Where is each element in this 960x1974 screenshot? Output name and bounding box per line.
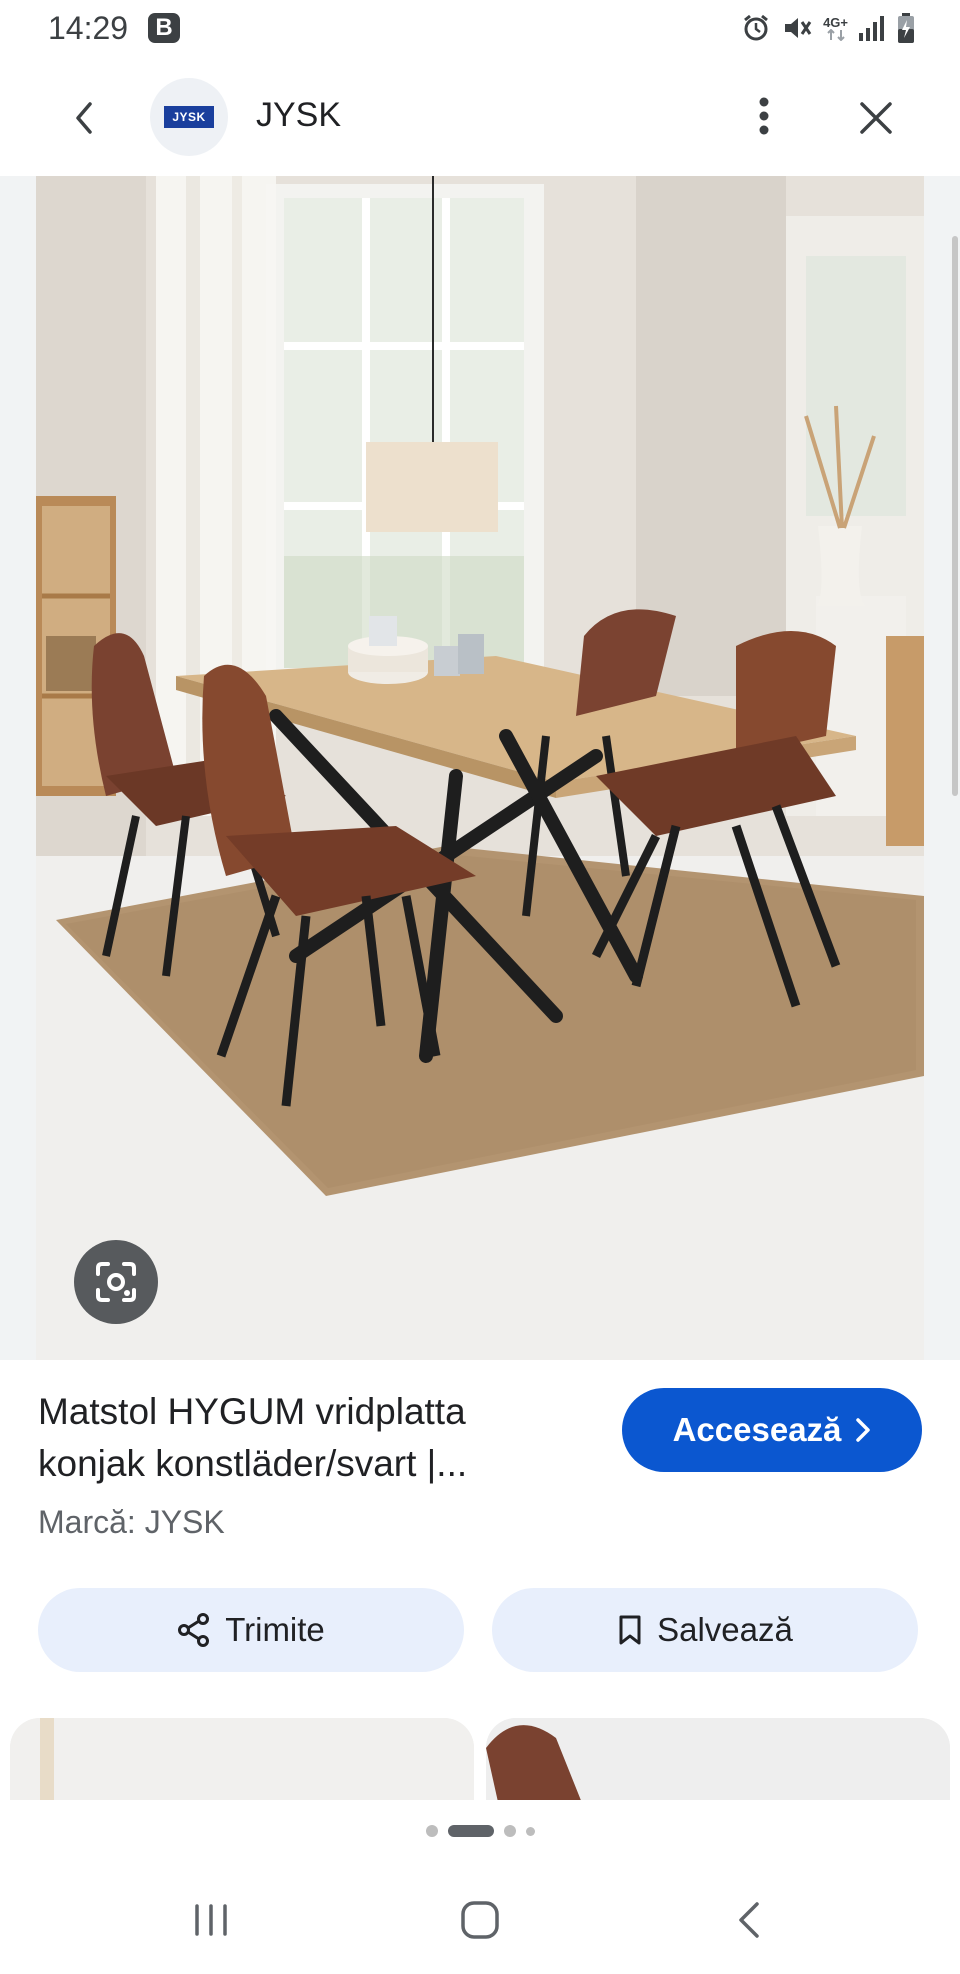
recent-apps-icon	[195, 1904, 227, 1936]
related-thumbnail	[10, 1718, 474, 1800]
more-options-button[interactable]	[740, 92, 788, 140]
system-nav-bar	[0, 1868, 960, 1974]
status-icons: 4G+	[741, 10, 916, 46]
image-pager	[0, 1818, 960, 1844]
save-button[interactable]: Salvează	[492, 1588, 918, 1672]
signal-icon	[859, 16, 884, 41]
battery-icon	[898, 13, 914, 43]
product-image[interactable]	[36, 176, 924, 1360]
pager-dot[interactable]	[503, 1825, 516, 1837]
app-header: JYSK JYSK	[0, 58, 960, 176]
back-button[interactable]	[60, 94, 108, 142]
pager-dot-active[interactable]	[447, 1825, 494, 1837]
google-lens-button[interactable]	[74, 1240, 158, 1324]
network-4g-icon: 4G+	[823, 16, 848, 41]
site-name[interactable]: JYSK	[256, 96, 341, 135]
home-button[interactable]	[435, 1890, 525, 1950]
chevron-right-icon	[856, 1418, 871, 1442]
nav-back-button[interactable]	[704, 1890, 794, 1950]
back-icon	[739, 1902, 759, 1938]
related-card[interactable]	[10, 1718, 474, 1800]
home-icon	[461, 1901, 499, 1939]
share-button[interactable]: Trimite	[38, 1588, 464, 1672]
brand-label: Marcă: JYSK	[38, 1504, 225, 1540]
notification-badge: B	[148, 13, 180, 43]
google-lens-icon	[96, 1262, 136, 1302]
pager-dot[interactable]	[525, 1826, 535, 1836]
close-icon	[860, 102, 892, 134]
product-title-line2: konjak konstläder/svart |...	[38, 1443, 468, 1484]
jysk-logo: JYSK	[164, 106, 214, 128]
pager-dot[interactable]	[425, 1825, 438, 1837]
close-button[interactable]	[852, 94, 900, 142]
visit-button-label: Accesează	[672, 1411, 842, 1448]
back-arrow-icon	[76, 102, 92, 134]
related-results	[0, 1718, 960, 1800]
status-bar: 14:29 B 4G+	[0, 0, 960, 58]
alarm-icon	[744, 14, 768, 41]
share-icon	[178, 1613, 210, 1647]
site-logo[interactable]: JYSK	[150, 78, 228, 156]
product-title[interactable]: Matstol HYGUM vridplatta konjak konstläd…	[38, 1386, 598, 1490]
status-time: 14:29	[48, 10, 129, 46]
related-card[interactable]	[486, 1718, 950, 1800]
product-title-line1: Matstol HYGUM vridplatta	[38, 1391, 466, 1432]
dining-room-illustration	[36, 176, 924, 1360]
visit-button[interactable]: Accesează	[622, 1388, 922, 1472]
related-thumbnail	[486, 1718, 950, 1800]
recent-apps-button[interactable]	[166, 1890, 256, 1950]
save-button-label: Salvează	[657, 1611, 793, 1648]
more-vert-icon	[759, 97, 769, 135]
share-button-label: Trimite	[225, 1611, 325, 1648]
bookmark-icon	[619, 1615, 641, 1645]
image-viewer	[0, 176, 960, 1360]
mute-icon	[785, 18, 812, 38]
scrollbar[interactable]	[952, 236, 958, 796]
